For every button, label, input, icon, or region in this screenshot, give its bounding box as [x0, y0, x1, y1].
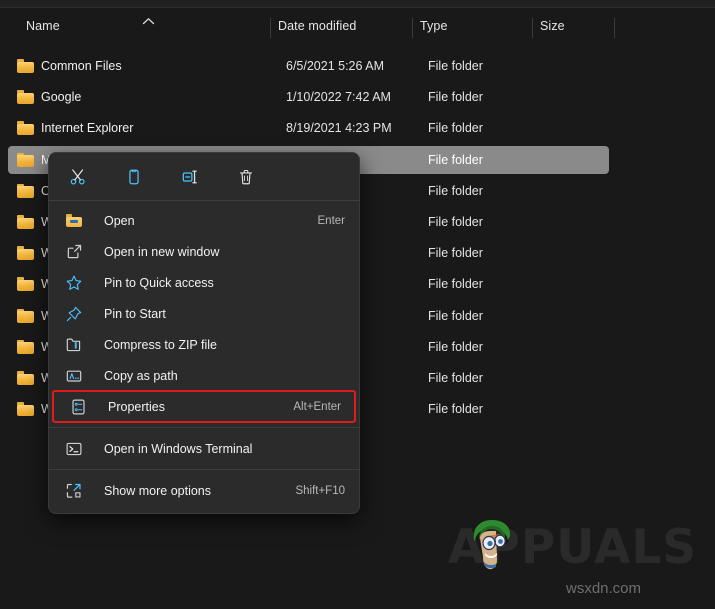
chevron-up-icon — [142, 18, 155, 25]
file-type: File folder — [428, 183, 483, 198]
column-header-type[interactable]: Type — [420, 8, 448, 44]
folder-icon — [17, 121, 34, 136]
folder-icon — [17, 371, 34, 385]
column-divider-4[interactable] — [614, 18, 615, 38]
menu-item-pin-to-start-label: Pin to Start — [104, 306, 166, 321]
file-name: Common Files — [41, 59, 122, 73]
file-type: File folder — [428, 277, 483, 292]
folder-icon — [17, 90, 34, 105]
file-type: File folder — [428, 308, 483, 323]
file-type: File folder — [428, 246, 483, 261]
menu-item-show-more-options[interactable]: Show more options Shift+F10 — [49, 475, 359, 506]
terminal-icon — [63, 438, 85, 460]
menu-item-properties[interactable]: Properties Alt+Enter — [52, 390, 356, 423]
rename-button[interactable] — [175, 162, 205, 192]
column-divider-2[interactable] — [412, 18, 413, 38]
copy-button[interactable] — [119, 162, 149, 192]
column-divider-3[interactable] — [532, 18, 533, 38]
cut-button[interactable] — [63, 162, 93, 192]
copy-icon — [129, 169, 139, 184]
context-menu-toolbar — [49, 153, 359, 200]
menu-item-properties-accel: Alt+Enter — [293, 400, 341, 413]
menu-item-open-in-new-window-label: Open in new window — [104, 244, 220, 259]
file-type: File folder — [428, 215, 483, 229]
new-window-icon — [63, 241, 85, 263]
menu-item-pin-to-quick-access-label: Pin to Quick access — [104, 275, 214, 290]
table-row[interactable]: Internet Explorer 8/19/2021 4:23 PM File f… — [8, 114, 609, 142]
context-menu: Open Enter Open in new window Pin to Qui… — [48, 152, 360, 514]
file-date-modified: 1/10/2022 7:42 AM — [286, 90, 391, 105]
file-type: File folder — [428, 339, 483, 354]
delete-button[interactable] — [231, 162, 261, 192]
table-row[interactable]: Common Files 6/5/2021 5:26 AM File folder — [8, 52, 609, 80]
column-header-name-label: Name — [26, 19, 60, 33]
file-type: File folder — [428, 121, 483, 136]
menu-item-open-accel: Enter — [317, 214, 346, 227]
folder-icon — [17, 246, 34, 261]
menu-item-open-in-windows-terminal-label: Open in Windows Terminal — [104, 441, 253, 456]
zip-icon — [63, 334, 85, 356]
menu-item-pin-to-quick-access[interactable]: Pin to Quick access — [49, 267, 359, 298]
menu-item-open-in-new-window[interactable]: Open in new window — [49, 236, 359, 267]
file-type: File folder — [428, 152, 483, 167]
context-menu-primary-group: Open Enter Open in new window Pin to Qui… — [49, 201, 359, 427]
file-date-modified: 6/5/2021 5:26 AM — [286, 59, 384, 73]
scissors-icon — [70, 168, 85, 185]
menu-item-properties-label: Properties — [108, 399, 165, 414]
file-name: Google — [41, 90, 82, 105]
pin-icon — [63, 303, 85, 325]
file-type: File folder — [428, 371, 483, 385]
rename-icon — [182, 170, 197, 183]
column-divider-1[interactable] — [270, 18, 271, 38]
column-header-type-label: Type — [420, 19, 448, 33]
menu-item-open-label: Open — [104, 213, 135, 228]
menu-item-open-in-windows-terminal[interactable]: Open in Windows Terminal — [49, 433, 359, 464]
menu-item-compress-to-zip-label: Compress to ZIP file — [104, 337, 218, 352]
column-header-size[interactable]: Size — [540, 8, 565, 44]
sort-ascending-icon[interactable] — [142, 17, 155, 29]
menu-item-show-more-options-accel: Shift+F10 — [295, 484, 345, 497]
file-type: File folder — [428, 59, 483, 73]
column-header-bar: Name Date modified Type Size — [0, 8, 715, 44]
folder-icon — [17, 308, 34, 323]
column-header-date-modified[interactable]: Date modified — [278, 8, 356, 44]
folder-icon — [17, 277, 34, 292]
file-explorer-window: Name Date modified Type Size Common File… — [0, 0, 715, 609]
folder-icon — [17, 152, 34, 167]
star-icon — [63, 272, 85, 294]
properties-icon — [67, 396, 89, 418]
file-type: File folder — [428, 90, 483, 105]
trash-icon — [240, 169, 252, 184]
context-menu-terminal-group: Open in Windows Terminal — [49, 428, 359, 469]
menu-item-copy-as-path[interactable]: Copy as path — [49, 360, 359, 391]
folder-icon — [17, 215, 34, 229]
menu-item-pin-to-start[interactable]: Pin to Start — [49, 298, 359, 329]
context-menu-more-group: Show more options Shift+F10 — [49, 470, 359, 513]
column-header-name[interactable]: Name — [26, 8, 60, 44]
menu-item-show-more-options-label: Show more options — [104, 483, 212, 498]
folder-icon — [17, 339, 34, 354]
file-name: Internet Explorer — [41, 121, 134, 136]
folder-icon — [17, 59, 34, 73]
folder-open-icon — [63, 210, 85, 232]
menu-item-compress-to-zip[interactable]: Compress to ZIP file — [49, 329, 359, 360]
file-type: File folder — [428, 402, 483, 417]
window-top-strip — [0, 0, 715, 8]
table-row[interactable]: Google 1/10/2022 7:42 AM File folder — [8, 83, 609, 111]
folder-icon — [17, 183, 34, 198]
file-date-modified: 8/19/2021 4:23 PM — [286, 121, 392, 136]
menu-item-copy-as-path-label: Copy as path — [104, 368, 178, 383]
copy-path-icon — [63, 365, 85, 387]
column-header-date-label: Date modified — [278, 19, 357, 33]
folder-icon — [17, 402, 34, 417]
more-options-icon — [63, 480, 85, 502]
column-header-size-label: Size — [540, 19, 565, 33]
menu-item-open[interactable]: Open Enter — [49, 205, 359, 236]
